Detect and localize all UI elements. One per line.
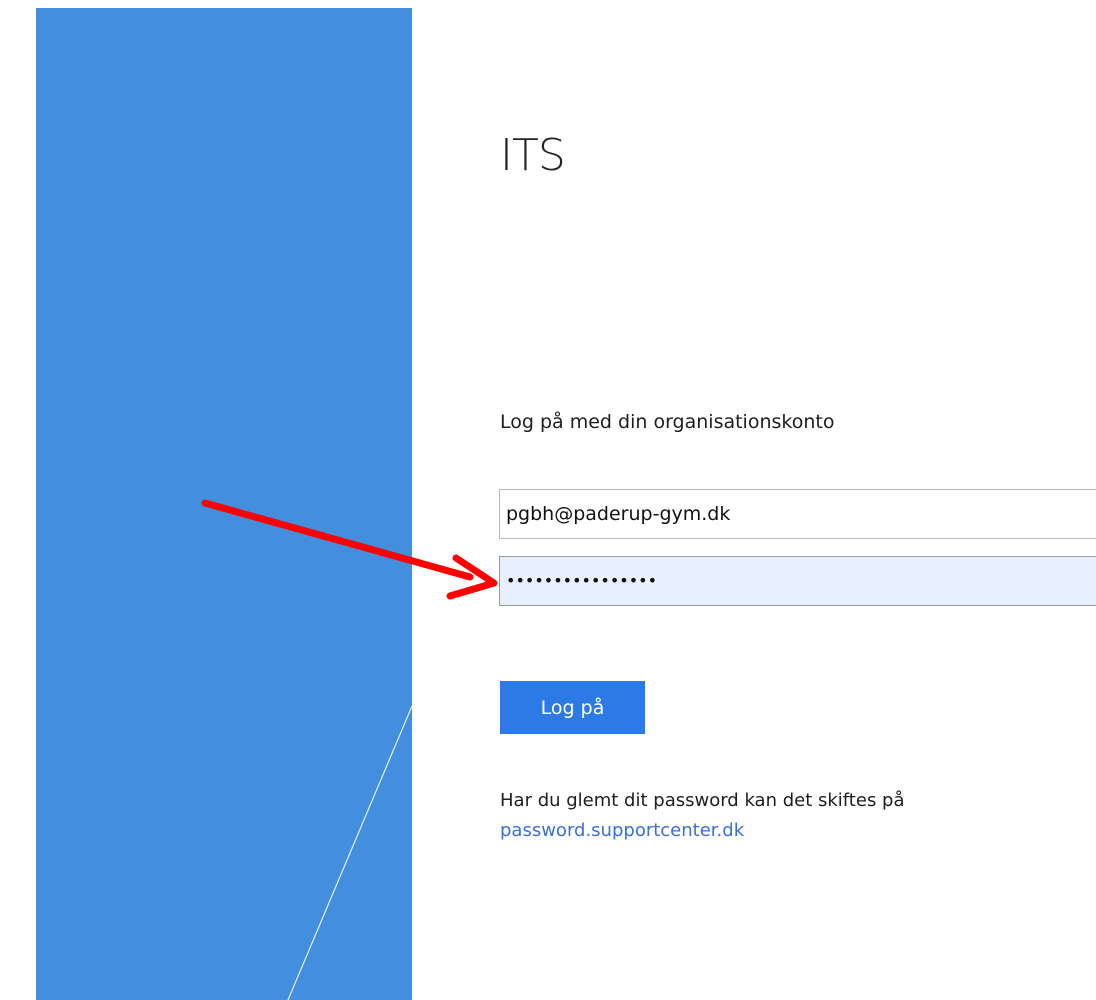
sign-in-prompt: Log på med din organisationskonto (500, 411, 835, 433)
brand-illustration-panel (36, 8, 412, 1000)
forgot-password-text: Har du glemt dit password kan det skifte… (500, 790, 905, 811)
password-field[interactable] (499, 556, 1096, 606)
sign-in-page: ITS Log på med din organisationskonto Lo… (0, 0, 1096, 1000)
decorative-line-graphic (287, 705, 412, 1000)
email-field[interactable] (499, 489, 1096, 539)
password-reset-link[interactable]: password.supportcenter.dk (500, 820, 744, 841)
organization-name: ITS (500, 130, 566, 181)
log-in-button[interactable]: Log på (500, 681, 645, 734)
